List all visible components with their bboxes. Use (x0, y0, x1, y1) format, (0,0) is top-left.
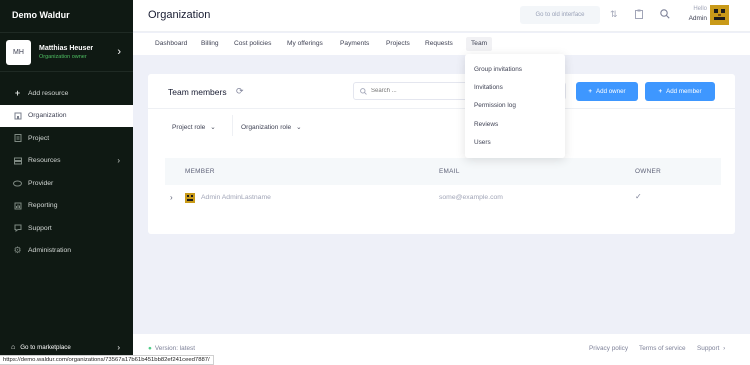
swap-icon[interactable]: ⇅ (610, 9, 618, 20)
tab-billing[interactable]: Billing (201, 37, 219, 51)
shop-icon: ⌂ (11, 344, 16, 351)
sidebar-item-label: Project (28, 134, 50, 142)
version-label: ● Version: latest (148, 345, 195, 352)
card-title: Team members (168, 87, 227, 97)
gear-icon: ⚙ (13, 245, 22, 256)
sidebar-item-label: Resources (28, 157, 61, 165)
profile-name: Matthias Heuser (39, 44, 94, 52)
sidebar-item-label: Provider (28, 179, 54, 187)
status-bar-url: https://demo.waldur.com/organizations/73… (0, 355, 214, 365)
sidebar: Demo Waldur MH Matthias Heuser Organizat… (0, 0, 133, 365)
greeting: Hello (693, 6, 707, 12)
organization-role-filter[interactable]: Organization role ⌄ (241, 123, 302, 131)
tab-projects[interactable]: Projects (386, 37, 410, 51)
chevron-right-icon: › (117, 46, 121, 58)
clipboard-icon[interactable] (635, 9, 643, 19)
add-member-label: Add member (666, 88, 702, 95)
member-avatar (185, 193, 195, 203)
column-email[interactable]: EMAIL (439, 168, 460, 175)
table-header: MEMBER EMAIL OWNER (165, 158, 721, 185)
refresh-icon[interactable]: ⟳ (236, 86, 244, 97)
check-icon: ✓ (635, 192, 642, 201)
filter-label: Project role (172, 124, 206, 131)
sidebar-item-organization[interactable]: Organization (0, 104, 133, 127)
status-dot-icon: ● (148, 345, 152, 352)
chart-icon (13, 201, 22, 210)
help-icon (13, 224, 22, 233)
plus-icon: + (14, 88, 21, 99)
version-text: Version: latest (154, 345, 196, 352)
sidebar-item-provider[interactable]: Provider (0, 172, 133, 195)
menu-item-users[interactable]: Users (474, 139, 491, 146)
layers-icon (13, 156, 22, 165)
support-link-label: Support (697, 345, 720, 352)
old-interface-button[interactable]: Go to old interface (520, 6, 600, 24)
brand-logo[interactable]: Demo Waldur (0, 0, 133, 30)
sidebar-item-label: Support (28, 224, 52, 232)
add-member-button[interactable]: + Add member (645, 82, 715, 101)
add-owner-label: Add owner (596, 88, 626, 95)
sidebar-item-label: Add resource (28, 89, 69, 97)
support-link[interactable]: Support › (697, 345, 725, 352)
sidebar-item-administration[interactable]: ⚙ Administration (0, 240, 133, 263)
add-owner-button[interactable]: + Add owner (576, 82, 638, 101)
plus-icon: + (588, 88, 593, 95)
menu-item-permission-log[interactable]: Permission log (474, 102, 516, 109)
expand-chevron-icon[interactable]: › (170, 193, 173, 202)
sidebar-item-label: Administration (28, 247, 72, 255)
user-name[interactable]: Admin (682, 15, 707, 22)
team-members-card: Team members ⟳ + Add owner + Add member … (148, 74, 735, 234)
sidebar-nav: + Add resource Organization Project Reso… (0, 82, 133, 262)
search-icon[interactable] (660, 9, 670, 19)
cloud-icon (13, 179, 22, 188)
organization-tabs: Dashboard Billing Cost policies My offer… (133, 33, 750, 55)
top-header: Organization Go to old interface ⇅ Hello… (133, 0, 750, 32)
sidebar-item-label: Reporting (28, 202, 58, 210)
building-icon (13, 111, 22, 120)
member-email: some@example.com (439, 194, 503, 201)
team-dropdown-menu: Group invitations Invitations Permission… (465, 54, 565, 158)
plus-icon: + (658, 88, 663, 95)
sidebar-item-label: Organization (28, 112, 67, 120)
divider (232, 115, 233, 136)
table-row[interactable]: › Admin AdminLastname some@example.com ✓ (165, 188, 721, 210)
marketplace-label: Go to marketplace (20, 344, 71, 351)
sidebar-item-add-resource[interactable]: + Add resource (0, 82, 133, 105)
project-icon (13, 134, 22, 143)
chevron-right-icon: › (723, 345, 726, 352)
column-member[interactable]: MEMBER (185, 168, 215, 175)
avatar[interactable] (710, 5, 729, 25)
sidebar-item-project[interactable]: Project (0, 127, 133, 150)
sidebar-item-resources[interactable]: Resources › (0, 150, 133, 173)
sidebar-item-reporting[interactable]: Reporting (0, 195, 133, 218)
privacy-policy-link[interactable]: Privacy policy (589, 345, 628, 352)
chevron-right-icon: › (117, 343, 120, 352)
column-owner[interactable]: OWNER (635, 168, 661, 175)
menu-item-reviews[interactable]: Reviews (474, 121, 498, 128)
menu-item-group-invitations[interactable]: Group invitations (474, 66, 522, 73)
tab-cost-policies[interactable]: Cost policies (234, 37, 271, 51)
tab-team[interactable]: Team (466, 37, 493, 51)
avatar: MH (6, 39, 31, 65)
sidebar-item-support[interactable]: Support (0, 217, 133, 240)
tab-payments[interactable]: Payments (340, 37, 369, 51)
search-icon (360, 87, 367, 95)
menu-item-invitations[interactable]: Invitations (474, 84, 503, 91)
chevron-right-icon: › (117, 156, 120, 166)
profile-role: Organization owner (39, 53, 87, 60)
chevron-down-icon: ⌄ (210, 124, 216, 131)
chevron-down-icon: ⌄ (296, 124, 302, 131)
tab-requests[interactable]: Requests (425, 37, 453, 51)
divider (148, 108, 735, 109)
member-name: Admin AdminLastname (201, 194, 271, 201)
page-footer: ● Version: latest Privacy policy Terms of… (133, 334, 750, 365)
tab-dashboard[interactable]: Dashboard (155, 37, 187, 51)
go-to-marketplace-button[interactable]: ⌂ Go to marketplace › (8, 340, 126, 355)
tab-my-offerings[interactable]: My offerings (287, 37, 323, 51)
terms-of-service-link[interactable]: Terms of service (639, 345, 686, 352)
profile-switcher[interactable]: MH Matthias Heuser Organization owner › (0, 32, 133, 72)
page-title: Organization (148, 9, 211, 21)
project-role-filter[interactable]: Project role ⌄ (172, 123, 216, 131)
filter-label: Organization role (241, 124, 292, 131)
